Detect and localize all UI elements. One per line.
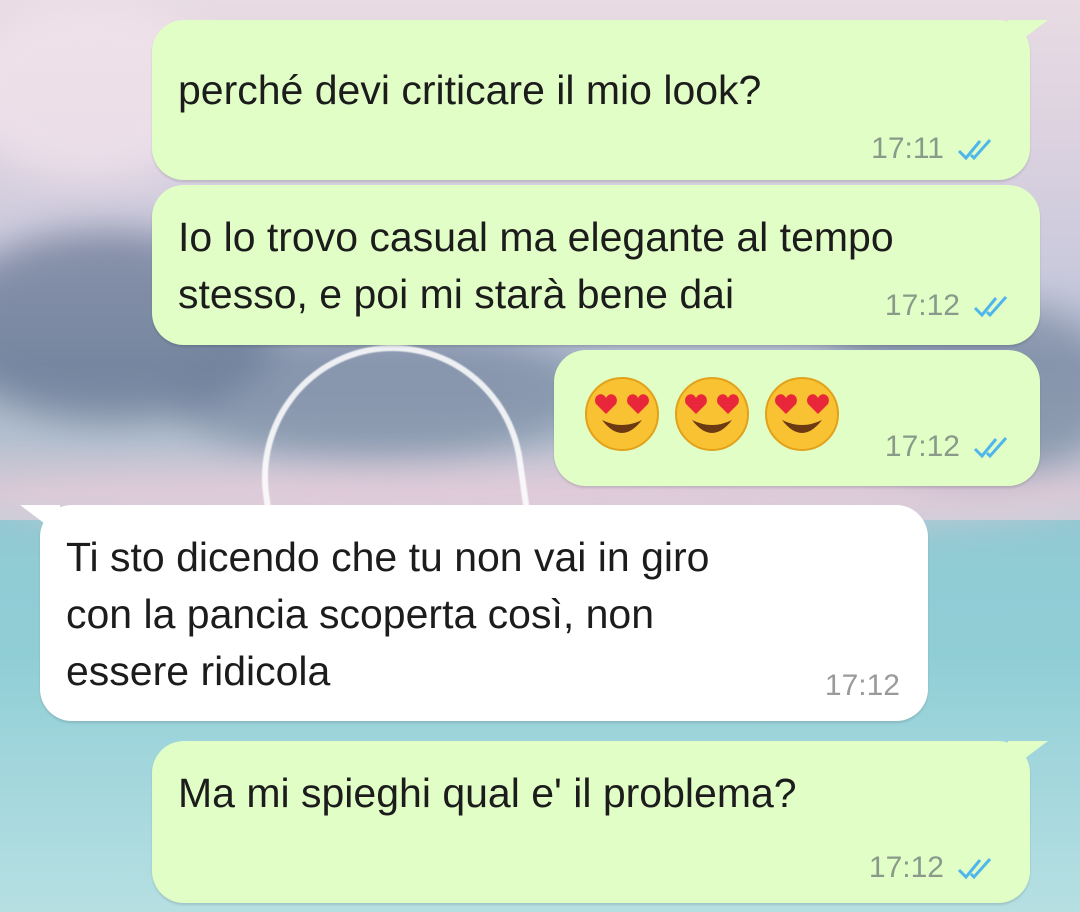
message-text: Ma mi spieghi qual e' il problema? bbox=[178, 770, 797, 816]
message-time: 17:12 bbox=[884, 430, 960, 463]
message-bubble-outgoing[interactable]: 17:12 bbox=[554, 350, 1040, 486]
message-meta: 17:11 bbox=[871, 132, 998, 166]
message-text: perché devi criticare il mio look? bbox=[178, 67, 762, 113]
message-time: 17:12 bbox=[868, 851, 944, 884]
heart-eyes-emoji bbox=[585, 377, 659, 451]
message-meta: 17:12 bbox=[885, 430, 1014, 464]
double-check-icon bbox=[956, 136, 998, 162]
message-bubble-outgoing[interactable]: Ma mi spieghi qual e' il problema? 17:12 bbox=[152, 741, 1048, 903]
message-time: 17:11 bbox=[871, 132, 944, 165]
emoji-row bbox=[582, 374, 842, 454]
heart-eyes-emoji bbox=[675, 377, 749, 451]
message-text: Ti sto dicendo che tu non vai in giro co… bbox=[66, 534, 710, 694]
message-bubble-incoming[interactable]: Ti sto dicendo che tu non vai in giro co… bbox=[20, 505, 928, 721]
double-check-icon bbox=[956, 855, 998, 881]
message-time: 17:12 bbox=[824, 669, 900, 702]
message-meta: 17:12 bbox=[825, 669, 900, 703]
message-meta: 17:12 bbox=[885, 289, 1014, 323]
double-check-icon bbox=[972, 293, 1014, 319]
message-time: 17:12 bbox=[884, 289, 960, 322]
heart-eyes-emoji bbox=[765, 377, 839, 451]
double-check-icon bbox=[972, 434, 1014, 460]
message-bubble-outgoing[interactable]: perché devi criticare il mio look? 17:11 bbox=[152, 20, 1048, 180]
message-text: Io lo trovo casual ma elegante al tempo … bbox=[178, 214, 894, 317]
message-bubble-outgoing[interactable]: Io lo trovo casual ma elegante al tempo … bbox=[152, 185, 1040, 345]
message-meta: 17:12 bbox=[869, 851, 998, 885]
